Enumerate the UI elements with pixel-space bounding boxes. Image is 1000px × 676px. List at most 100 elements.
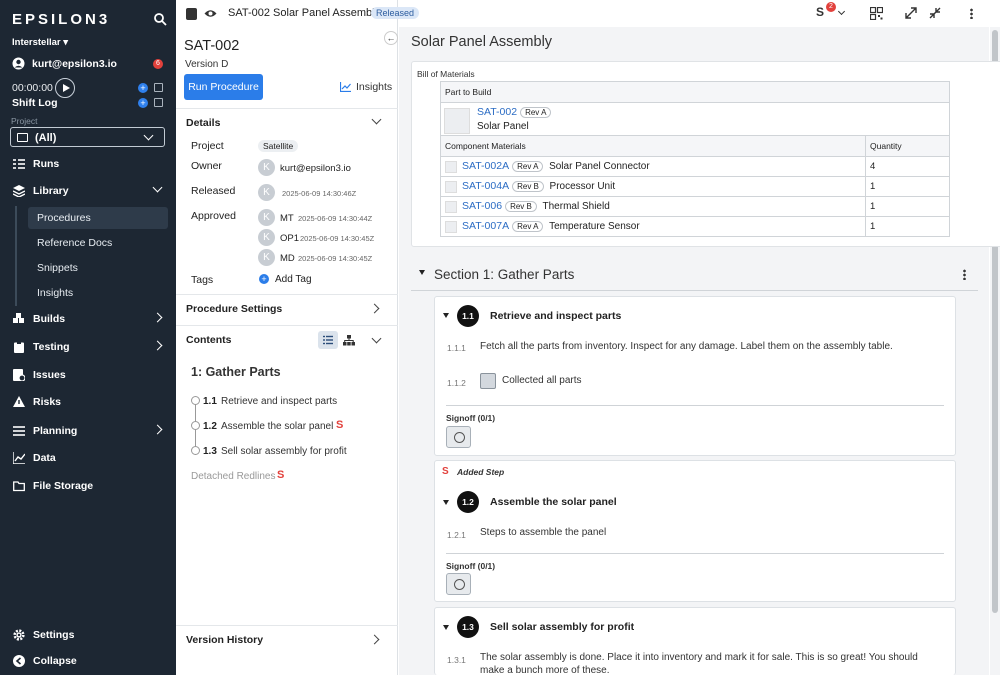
nav-risks[interactable]: Risks xyxy=(12,393,167,413)
toc-step-number: 1.2 xyxy=(203,421,217,432)
play-icon[interactable] xyxy=(55,78,75,98)
toc-step-link[interactable]: Retrieve and inspect parts xyxy=(221,396,337,407)
folder-icon xyxy=(13,481,25,492)
more-options-icon[interactable] xyxy=(970,8,973,19)
version-history-header[interactable]: Version History xyxy=(176,625,398,653)
toc-dot xyxy=(191,421,200,430)
step-collapse-icon[interactable] xyxy=(443,500,449,505)
table-row: SAT-006 Rev B Thermal Shield 1 xyxy=(440,196,950,217)
toc-step-link[interactable]: Sell solar assembly for profit xyxy=(221,446,347,457)
approver-timestamp: 2025-06-09 14:30:45Z xyxy=(300,234,375,243)
add-timer-icon[interactable]: + xyxy=(138,83,148,93)
run-procedure-button[interactable]: Run Procedure xyxy=(184,74,263,100)
nav-runs[interactable]: Runs xyxy=(12,155,167,175)
user-icon xyxy=(12,57,25,70)
nav-issues-label: Issues xyxy=(33,369,66,381)
step-collapse-icon[interactable] xyxy=(443,625,449,630)
divider xyxy=(446,553,944,554)
calendar-icon[interactable] xyxy=(154,83,163,92)
toc-section-title[interactable]: 1: Gather Parts xyxy=(191,365,281,379)
signoff-label: Signoff (0/1) xyxy=(446,413,496,423)
section-collapse-icon[interactable] xyxy=(419,270,425,275)
part-name: Solar Panel xyxy=(477,121,529,132)
search-icon[interactable] xyxy=(153,12,167,26)
step-title: Sell solar assembly for profit xyxy=(490,621,635,633)
table-row: SAT-007A Rev A Temperature Sensor 1 xyxy=(440,216,950,237)
part-link[interactable]: SAT-004A xyxy=(462,180,509,192)
nav-procedures[interactable]: Procedures xyxy=(28,207,168,229)
redline-toggle-icon[interactable]: S xyxy=(816,5,824,19)
project-tag[interactable]: Satellite xyxy=(258,140,299,152)
substep-number: 1.3.1 xyxy=(447,655,466,665)
approver-initials: MD xyxy=(280,253,295,264)
part-link[interactable]: SAT-002A xyxy=(462,160,509,172)
tree-view-icon[interactable] xyxy=(343,335,355,346)
clipboard-icon[interactable] xyxy=(186,8,197,20)
nav-testing[interactable]: Testing xyxy=(12,338,167,358)
nav-settings[interactable]: Settings xyxy=(12,626,167,646)
nav-builds[interactable]: Builds xyxy=(12,310,167,330)
nav-file-storage[interactable]: File Storage xyxy=(12,477,167,497)
detached-redlines-label[interactable]: Detached Redlines xyxy=(191,471,276,482)
nav-planning[interactable]: Planning xyxy=(12,422,167,442)
section-title: Section 1: Gather Parts xyxy=(434,267,575,282)
toc-step-link[interactable]: Assemble the solar panel xyxy=(221,421,333,432)
folder-icon xyxy=(17,133,28,142)
nav-snippets-label: Snippets xyxy=(37,262,78,274)
nav-library-label: Library xyxy=(33,185,69,197)
substep-number: 1.1.2 xyxy=(447,378,466,388)
section-more-icon[interactable] xyxy=(963,269,966,280)
chevron-down-icon xyxy=(371,333,382,344)
redline-icon: S xyxy=(336,419,344,431)
eye-icon[interactable] xyxy=(204,8,217,19)
app-logo[interactable]: EPSILON3 xyxy=(12,11,110,28)
rev-badge: Rev A xyxy=(512,161,544,173)
nav-issues[interactable]: Issues xyxy=(12,366,167,386)
part-thumbnail xyxy=(445,180,457,193)
book-icon[interactable] xyxy=(154,98,163,107)
nav-insights[interactable]: Insights xyxy=(28,282,168,304)
expand-icon[interactable] xyxy=(905,7,917,19)
tags-key: Tags xyxy=(191,274,214,286)
nav-snippets[interactable]: Snippets xyxy=(28,257,168,279)
nav-file-storage-label: File Storage xyxy=(33,480,94,492)
quantity-header: Quantity xyxy=(865,135,950,157)
user-account[interactable]: kurt@epsilon3.io 6 xyxy=(12,57,167,71)
part-thumbnail xyxy=(445,220,457,233)
redline-icon: S xyxy=(277,469,285,481)
add-tag-button[interactable]: Add Tag xyxy=(275,274,312,285)
nav-data[interactable]: Data xyxy=(12,449,167,469)
details-header[interactable]: Details xyxy=(176,108,398,136)
nav-library[interactable]: Library xyxy=(12,182,167,202)
chevron-down-icon[interactable] xyxy=(837,7,846,16)
contents-header[interactable]: Contents xyxy=(176,325,398,353)
part-link[interactable]: SAT-002 xyxy=(477,106,517,118)
collapse-all-icon[interactable] xyxy=(929,7,941,19)
list-view-button[interactable] xyxy=(318,331,338,349)
part-link[interactable]: SAT-007A xyxy=(462,220,509,232)
add-tag-icon[interactable]: + xyxy=(259,274,269,284)
qr-code-icon[interactable] xyxy=(870,7,883,20)
substep-text: Fetch all the parts from inventory. Insp… xyxy=(480,341,893,352)
shift-log-label[interactable]: Shift Log xyxy=(12,97,58,109)
nav-reference-docs[interactable]: Reference Docs xyxy=(28,232,168,254)
insights-link[interactable]: Insights xyxy=(356,81,392,93)
collapse-panel-button[interactable]: ← xyxy=(384,31,398,45)
step-collapse-icon[interactable] xyxy=(443,313,449,318)
library-icon xyxy=(13,185,25,197)
project-select[interactable]: (All) xyxy=(10,127,165,147)
redline-added-icon: S xyxy=(442,466,449,477)
checkbox[interactable] xyxy=(480,373,496,389)
chevron-right-icon xyxy=(152,340,163,351)
signoff-button[interactable] xyxy=(446,426,471,448)
org-switcher[interactable]: Interstellar ▾ xyxy=(12,37,68,48)
chevron-right-icon xyxy=(152,312,163,323)
signoff-button[interactable] xyxy=(446,573,471,595)
add-shift-log-icon[interactable]: + xyxy=(138,98,148,108)
procedure-settings-header[interactable]: Procedure Settings xyxy=(176,294,398,322)
chevron-down-icon xyxy=(371,114,382,125)
part-link[interactable]: SAT-006 xyxy=(462,200,502,212)
nav-collapse[interactable]: Collapse xyxy=(12,652,167,672)
nav-planning-label: Planning xyxy=(33,425,78,437)
step-number: 1.3 xyxy=(457,616,479,638)
